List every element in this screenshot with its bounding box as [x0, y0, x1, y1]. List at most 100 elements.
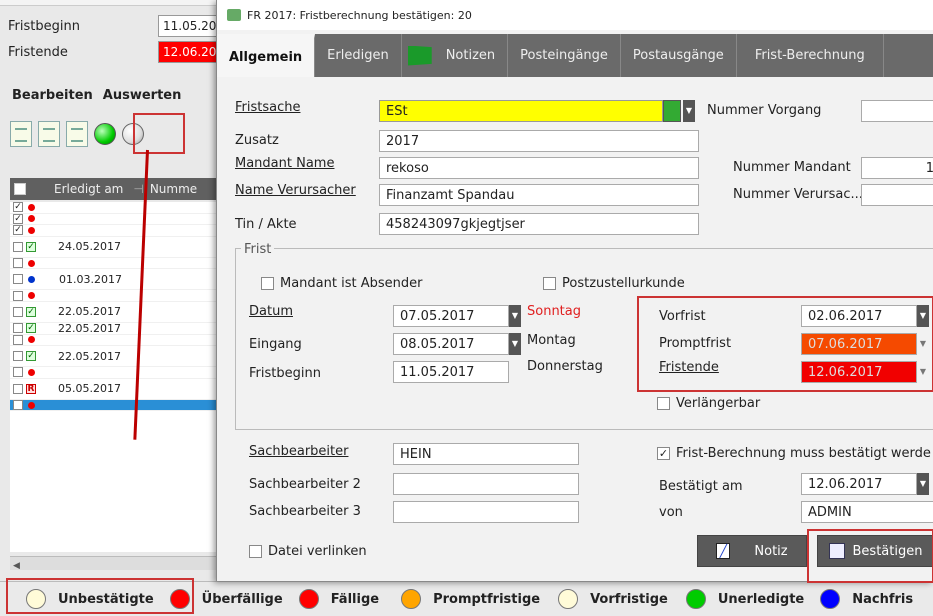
row-checkbox[interactable]: [13, 400, 23, 411]
table-row[interactable]: [10, 367, 220, 379]
mandant-name-label[interactable]: Mandant Name: [235, 156, 334, 171]
tin-akte-field[interactable]: 458243097gkjegtjser: [379, 213, 699, 235]
fristsache-field[interactable]: ESt: [379, 100, 663, 122]
bestaetigt-required-checkbox[interactable]: ✓ Frist-Berechnung muss bestätigt werde: [657, 446, 931, 461]
row-checkbox[interactable]: [13, 274, 23, 285]
sachbearbeiter-label[interactable]: Sachbearbeiter: [249, 444, 348, 459]
row-checkbox[interactable]: [13, 290, 23, 301]
nummer-vorgang-label: Nummer Vorgang: [707, 103, 822, 118]
legend-item[interactable]: Vorfristige: [558, 589, 668, 609]
menu-bearbeiten[interactable]: Bearbeiten: [12, 88, 93, 103]
fristsache-dropdown[interactable]: ▼: [683, 100, 695, 122]
column-nummer[interactable]: Numme: [150, 182, 197, 196]
table-row[interactable]: [10, 290, 220, 302]
select-all-checkbox[interactable]: [14, 183, 26, 195]
row-checkbox[interactable]: ✓: [13, 202, 23, 213]
table-row[interactable]: ✓ 24.05.2017: [10, 237, 220, 258]
row-checkbox[interactable]: [13, 323, 23, 334]
tab-postausgaenge[interactable]: Postausgänge: [621, 34, 737, 77]
legend-label: Überfällige: [201, 591, 283, 607]
nummer-vorgang-field[interactable]: [861, 100, 933, 122]
table-row[interactable]: 01.03.2017: [10, 269, 220, 291]
zusatz-field[interactable]: 2017: [379, 130, 699, 152]
legend-item[interactable]: Unerledigte: [685, 589, 804, 609]
column-erledigt-am[interactable]: Erledigt am: [54, 182, 123, 196]
datei-verlinken-label: Datei verlinken: [268, 544, 367, 559]
mandant-name-field[interactable]: rekoso: [379, 157, 699, 179]
legend-item[interactable]: Fällige: [298, 589, 379, 609]
tab-posteingaenge[interactable]: Posteingänge: [508, 34, 621, 77]
fristbeginn-weekday: Donnerstag: [527, 359, 603, 374]
table-row[interactable]: ✓ 22.05.2017: [10, 302, 220, 323]
menu-auswerten[interactable]: Auswerten: [103, 88, 182, 103]
document-list-icon[interactable]: [66, 121, 88, 147]
notiz-button[interactable]: ╱ Notiz: [697, 535, 807, 567]
horizontal-scrollbar[interactable]: ◀: [10, 556, 220, 571]
red-status-icon: [28, 215, 35, 223]
row-checkbox[interactable]: [13, 306, 23, 317]
row-checkbox[interactable]: [13, 383, 23, 394]
bg-fristbeginn-field[interactable]: 11.05.20: [158, 15, 218, 37]
row-checkbox[interactable]: [13, 334, 23, 345]
nummer-verursacher-field[interactable]: [861, 184, 933, 206]
mandant-absender-checkbox[interactable]: Mandant ist Absender: [261, 276, 422, 291]
table-row[interactable]: ✓ 22.05.2017: [10, 346, 220, 368]
copy-document-icon[interactable]: [38, 121, 60, 147]
nummer-mandant-field[interactable]: 1: [861, 157, 933, 179]
row-checkbox[interactable]: [13, 367, 23, 378]
fristbeginn-field[interactable]: 11.05.2017: [393, 361, 509, 383]
checkbox-box[interactable]: ✓: [657, 447, 670, 460]
datei-verlinken-checkbox[interactable]: Datei verlinken: [249, 544, 367, 559]
verursacher-label[interactable]: Name Verursacher: [235, 183, 356, 198]
table-row[interactable]: ✓: [10, 225, 220, 237]
tin-akte-label: Tin / Akte: [235, 217, 297, 232]
checkbox-box[interactable]: [261, 277, 274, 290]
pin-icon: ⊣: [133, 182, 144, 196]
table-row[interactable]: [10, 334, 220, 347]
row-checkbox[interactable]: [13, 241, 23, 252]
eingang-dropdown[interactable]: ▼: [509, 333, 521, 355]
table-row[interactable]: ✓: [10, 213, 220, 226]
legend-item[interactable]: Promptfristige: [401, 589, 540, 609]
row-checkbox[interactable]: [13, 351, 23, 362]
checkbox-box[interactable]: [543, 277, 556, 290]
mandant-absender-label: Mandant ist Absender: [280, 276, 423, 291]
sachbearbeiter2-field[interactable]: [393, 473, 579, 495]
tab-erledigen[interactable]: Erledigen: [315, 34, 402, 77]
bestaetigt-am-field[interactable]: 12.06.2017: [801, 473, 917, 495]
red-status-icon: [28, 336, 35, 344]
row-checkbox[interactable]: [13, 258, 23, 269]
table-row[interactable]: R 05.05.2017: [10, 379, 220, 400]
verursacher-field[interactable]: Finanzamt Spandau: [379, 184, 699, 206]
tab-allgemein[interactable]: Allgemein: [217, 34, 316, 77]
table-row-selected[interactable]: [10, 399, 220, 412]
tab-notizen[interactable]: Notizen: [402, 34, 509, 77]
datum-dropdown[interactable]: ▼: [509, 305, 521, 327]
von-field[interactable]: ADMIN: [801, 501, 933, 523]
eingang-field[interactable]: 08.05.2017: [393, 333, 509, 355]
legend-item[interactable]: Nachfris: [820, 589, 913, 609]
tab-frist-berechnung[interactable]: Frist-Berechnung: [737, 34, 884, 77]
row-checkbox[interactable]: ✓: [13, 225, 23, 236]
verlaengerbar-checkbox[interactable]: Verlängerbar: [657, 396, 760, 411]
datum-label[interactable]: Datum: [249, 304, 293, 319]
fristsache-label[interactable]: Fristsache: [235, 100, 300, 115]
checkbox-box[interactable]: [249, 545, 262, 558]
table-row[interactable]: [10, 258, 220, 270]
lookup-icon[interactable]: [663, 100, 681, 122]
bg-fristende-field[interactable]: 12.06.20: [158, 41, 218, 63]
postzustellurkunde-checkbox[interactable]: Postzustellurkunde: [543, 276, 685, 291]
sachbearbeiter3-field[interactable]: [393, 501, 579, 523]
dialog-titlebar[interactable]: FR 2017: Fristberechnung bestätigen: 20: [217, 0, 933, 30]
checkbox-box[interactable]: [657, 397, 670, 410]
bestaetigt-am-dropdown[interactable]: ▼: [917, 473, 929, 495]
row-date: 05.05.2017: [58, 382, 121, 396]
green-status-icon[interactable]: [94, 123, 116, 145]
sachbearbeiter-field[interactable]: HEIN: [393, 443, 579, 465]
datum-field[interactable]: 07.05.2017: [393, 305, 509, 327]
row-checkbox[interactable]: ✓: [13, 213, 23, 224]
document-icon[interactable]: [10, 121, 32, 147]
bestaetigt-am-label: Bestätigt am: [659, 479, 743, 494]
table-row[interactable]: ✓: [10, 202, 220, 214]
table-row[interactable]: ✓ 22.05.2017: [10, 322, 220, 335]
